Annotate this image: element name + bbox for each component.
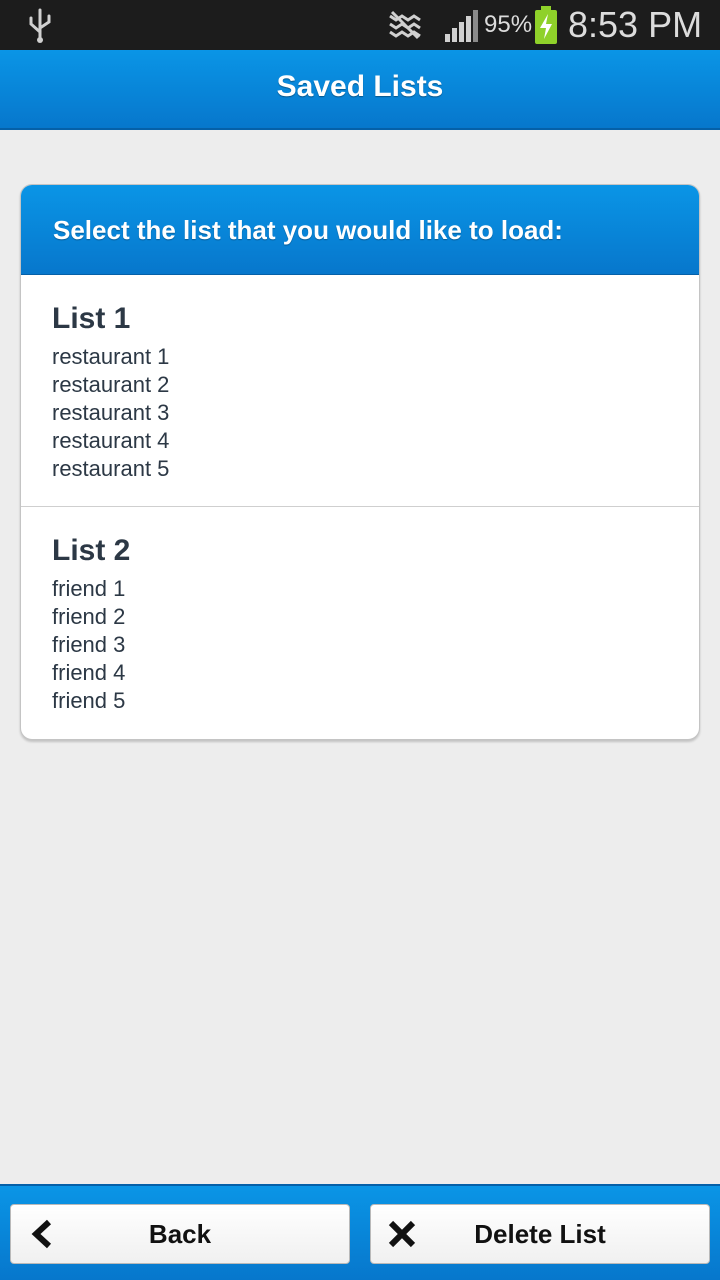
saved-list-item[interactable]: List 1 restaurant 1 restaurant 2 restaur…	[21, 275, 699, 507]
card-prompt: Select the list that you would like to l…	[21, 185, 699, 275]
battery-percent: 95%	[484, 11, 533, 38]
status-time: 8:53 PM	[568, 4, 703, 45]
battery-charging-icon	[534, 6, 558, 49]
list-name: List 1	[52, 302, 131, 335]
list-entry: restaurant 5	[52, 456, 170, 481]
delete-list-button[interactable]: Delete List	[370, 1204, 710, 1264]
list-entry: restaurant 4	[52, 428, 170, 453]
bottom-toolbar: Back Delete List	[0, 1184, 720, 1280]
list-entry: restaurant 2	[52, 372, 170, 397]
mute-icon	[386, 10, 426, 45]
back-button[interactable]: Back	[10, 1204, 350, 1264]
status-bar: 95% 8:53 PM	[0, 0, 720, 50]
list-entry: friend 5	[52, 688, 126, 713]
saved-lists-card: Select the list that you would like to l…	[20, 184, 700, 740]
list-entry: restaurant 1	[52, 344, 170, 369]
list-entry: friend 1	[52, 576, 126, 601]
list-entry: friend 4	[52, 660, 126, 685]
delete-list-button-label: Delete List	[474, 1219, 606, 1249]
saved-list-item[interactable]: List 2 friend 1 friend 2 friend 3 friend…	[21, 507, 699, 739]
usb-icon	[26, 6, 54, 49]
page-title: Saved Lists	[276, 70, 444, 103]
app-header: Saved Lists	[0, 50, 720, 130]
list-entry: friend 3	[52, 632, 126, 657]
back-button-label: Back	[148, 1219, 212, 1249]
list-name: List 2	[52, 534, 131, 567]
signal-icon	[444, 10, 480, 47]
list-entry: restaurant 3	[52, 400, 170, 425]
list-entry: friend 2	[52, 604, 126, 629]
